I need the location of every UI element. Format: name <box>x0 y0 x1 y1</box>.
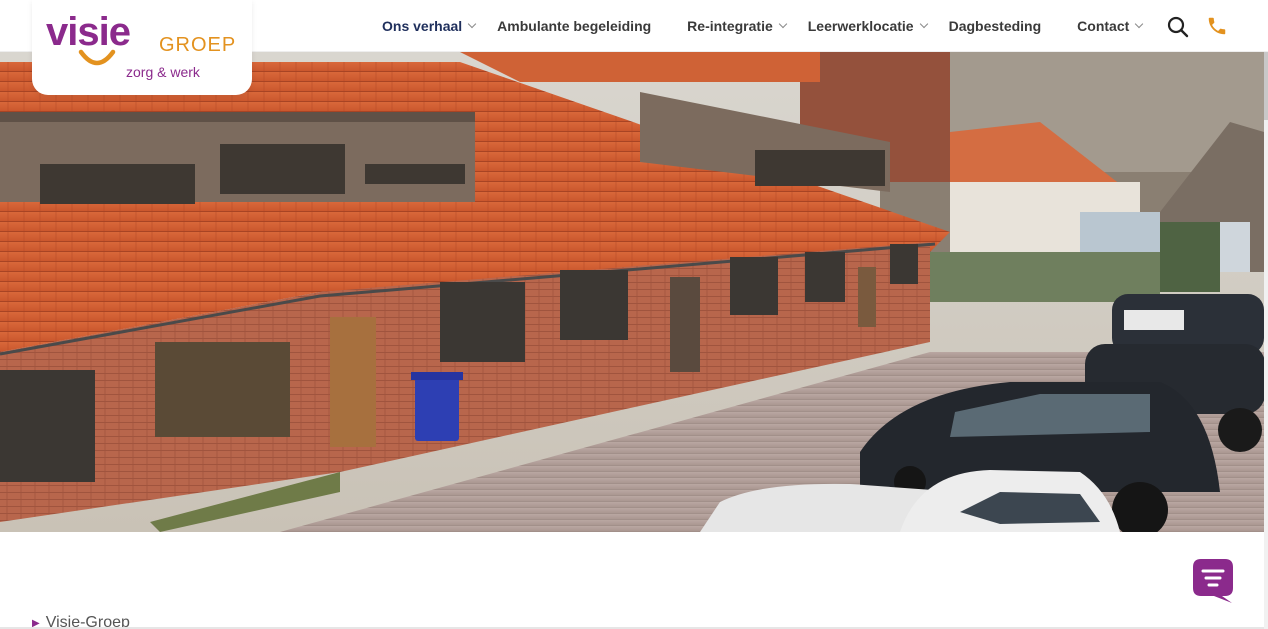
nav-item-label: Ambulante begeleiding <box>497 18 652 34</box>
logo-tagline: zorg & werk <box>126 64 200 80</box>
nav-item-label: Leerwerklocatie <box>807 18 914 34</box>
nav-item-label: Ons verhaal <box>382 18 463 34</box>
logo-smile-icon <box>78 49 116 66</box>
hero-image <box>0 52 1264 532</box>
site-logo[interactable]: visie GROEP zorg & werk <box>32 0 252 95</box>
nav-item-re-integratie[interactable]: Re-integratie <box>687 18 787 34</box>
nav-item-label: Contact <box>1077 18 1130 34</box>
nav-item-leerwerklocatie[interactable]: Leerwerklocatie <box>807 18 928 34</box>
chevron-down-icon <box>778 19 787 29</box>
nav-item-label: Re-integratie <box>687 18 773 34</box>
search-button[interactable] <box>1166 15 1190 39</box>
logo-wordmark: visie <box>46 10 131 54</box>
chat-button[interactable] <box>1192 558 1234 604</box>
logo-groep-text: GROEP <box>159 34 237 56</box>
phone-button[interactable] <box>1206 15 1228 37</box>
nav-item-dagbesteding[interactable]: Dagbesteding <box>949 18 1042 34</box>
nav-item-ons-verhaal[interactable]: Ons verhaal <box>382 18 477 34</box>
chat-icon <box>1193 559 1233 603</box>
main-navigation: Ons verhaal Ambulante begeleiding Re-int… <box>382 0 1144 52</box>
chevron-down-icon <box>919 19 928 29</box>
chevron-down-icon <box>467 19 477 29</box>
page-scrollbar[interactable] <box>1264 0 1268 629</box>
nav-item-label: Dagbesteding <box>948 18 1042 34</box>
nav-item-contact[interactable]: Contact <box>1077 18 1144 34</box>
chevron-down-icon <box>1135 19 1144 29</box>
nav-item-ambulante-begeleiding[interactable]: Ambulante begeleiding <box>497 18 651 34</box>
search-icon <box>1167 16 1189 38</box>
phone-icon <box>1208 17 1226 35</box>
